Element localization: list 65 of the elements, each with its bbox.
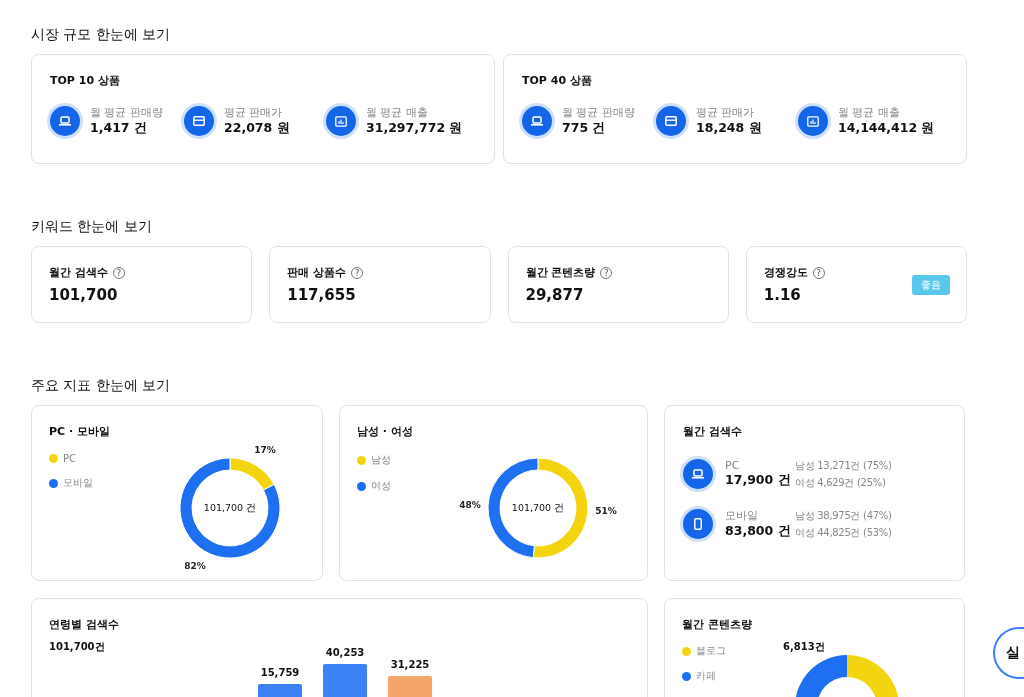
gender-breakdown: 남성 38,975건 (47%)	[795, 509, 892, 523]
metric-label: 판매 상품수	[287, 265, 347, 280]
stat-value: 14,144,412 원	[838, 120, 935, 137]
metric-value: 29,877	[525, 286, 585, 304]
card-title: TOP 40 상품	[522, 73, 593, 88]
legend-label: 남성	[371, 453, 391, 467]
percent-label: 82%	[184, 561, 206, 572]
floating-button[interactable]: 실	[993, 627, 1024, 679]
search-count: 17,900 건	[725, 472, 792, 489]
stat-value: 775 건	[562, 120, 607, 137]
section-title: 키워드 한눈에 보기	[31, 217, 153, 236]
gender-breakdown: 여성 4,629건 (25%)	[795, 476, 887, 490]
stat-label: 월 평균 판매량	[90, 105, 163, 120]
card-title: 남성 · 여성	[357, 424, 414, 439]
stat-label: 월 평균 매출	[838, 105, 901, 120]
section-title: 시장 규모 한눈에 보기	[31, 25, 172, 44]
metric-value: 117,655	[287, 286, 357, 304]
total-count: 101,700건	[49, 640, 105, 654]
card-title: 연령별 검색수	[49, 617, 119, 632]
stat-value: 18,248 원	[696, 120, 762, 137]
phone-icon	[694, 518, 702, 530]
stat-label: 평균 판매가	[696, 105, 756, 120]
donut-total: 101,700 건	[203, 502, 257, 513]
metric-label: 월간 콘텐츠량	[525, 265, 596, 280]
laptop-icon	[531, 116, 543, 126]
bar-value: 15,759	[260, 667, 300, 678]
metric-value: 1.16	[763, 286, 802, 304]
section-title: 주요 지표 한눈에 보기	[31, 376, 172, 395]
metric-value: 101,700	[49, 286, 119, 304]
status-badge: 좋음	[912, 275, 950, 295]
laptop-icon	[692, 469, 704, 479]
gender-breakdown: 여성 44,825건 (53%)	[795, 526, 892, 540]
bar-value: 40,253	[325, 647, 365, 658]
stat-value: 1,417 건	[90, 120, 148, 137]
stat-label: 평균 판매가	[224, 105, 284, 120]
bar-value: 31,225	[390, 659, 430, 670]
card-icon	[665, 116, 677, 126]
legend-label: 여성	[371, 479, 391, 493]
card-title: TOP 10 상품	[50, 73, 121, 88]
count-label: 6,813건	[783, 640, 825, 654]
metric-label: 경쟁강도	[763, 265, 808, 280]
card-title: 월간 검색수	[683, 424, 743, 439]
card-title: PC · 모바일	[49, 424, 111, 439]
legend-label: 블로그	[696, 644, 726, 658]
laptop-icon	[59, 116, 71, 126]
stat-label: 월 평균 판매량	[562, 105, 635, 120]
search-count: 83,800 건	[725, 523, 792, 540]
stat-value: 22,078 원	[224, 120, 290, 137]
stat-value: 31,297,772 원	[366, 120, 463, 137]
legend-label: 카페	[696, 669, 716, 683]
percent-label: 48%	[459, 499, 481, 510]
metric-label: 월간 검색수	[49, 265, 108, 280]
percent-label: 51%	[595, 506, 617, 517]
gender-breakdown: 남성 13,271건 (75%)	[795, 459, 892, 473]
device-label: 모바일	[725, 508, 759, 523]
card-icon	[193, 116, 205, 126]
donut-total: 101,700 건	[511, 502, 565, 513]
stat-label: 월 평균 매출	[366, 105, 429, 120]
card-title: 월간 콘텐츠량	[682, 617, 753, 632]
chart-icon	[335, 115, 347, 127]
chart-icon	[807, 115, 819, 127]
device-label: PC	[725, 459, 741, 472]
legend-label: PC	[63, 453, 76, 464]
percent-label: 17%	[254, 444, 276, 455]
legend-label: 모바일	[63, 476, 93, 490]
